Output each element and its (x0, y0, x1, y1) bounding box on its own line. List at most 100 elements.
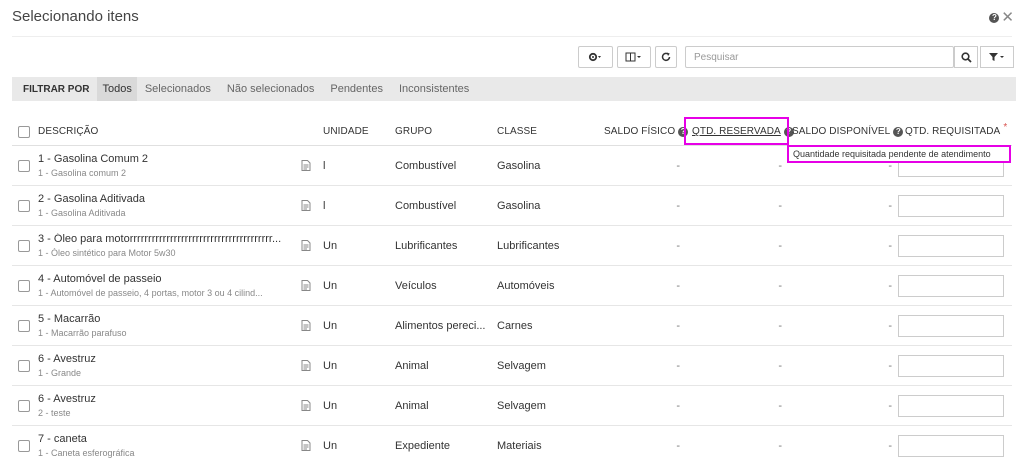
item-saldo-disponivel: - (888, 279, 892, 292)
col-saldo-disponivel[interactable]: SALDO DISPONÍVEL ? (792, 118, 904, 145)
window-controls: ? ✕ (989, 10, 1014, 25)
document-icon[interactable] (301, 440, 311, 451)
qtd-requisitada-input[interactable] (898, 234, 1004, 257)
item-unidade: Un (323, 399, 338, 412)
item-saldo-fisico: - (676, 439, 680, 452)
select-all-cell (18, 118, 30, 145)
filter-tab-pendentes[interactable]: Pendentes (322, 77, 391, 101)
select-all-checkbox[interactable] (18, 125, 30, 138)
item-subtitle: 1 - Automóvel de passeio, 4 portas, moto… (38, 288, 263, 298)
col-descricao[interactable]: DESCRIÇÃO (38, 118, 98, 145)
document-icon[interactable] (301, 240, 311, 251)
close-icon[interactable]: ✕ (1001, 10, 1014, 25)
columns-button[interactable] (617, 46, 651, 68)
col-saldo-fisico-label: SALDO FÍSICO (604, 126, 676, 137)
document-icon[interactable] (301, 320, 311, 331)
col-qtd-requisitada[interactable]: QTD. REQUISITADA * (905, 118, 1007, 145)
item-grupo: Alimentos pereci... (395, 319, 486, 332)
document-icon[interactable] (301, 280, 311, 291)
table-row[interactable]: 3 - Óleo para motorrrrrrrrrrrrrrrrrrrrrr… (12, 226, 1012, 266)
table-row[interactable]: 6 - Avestruz 2 - teste Un Animal Selvagem - - - (12, 386, 1012, 426)
item-saldo-disponivel: - (888, 239, 892, 252)
table-row[interactable]: 6 - Avestruz 1 - Grande Un Animal Selvagem - -… (12, 346, 1012, 386)
qty-cell (898, 186, 1004, 225)
item-grupo: Veículos (395, 279, 437, 292)
help-icon[interactable]: ? (893, 126, 904, 137)
col-grupo[interactable]: GRUPO (395, 118, 432, 145)
qtd-requisitada-input[interactable] (898, 354, 1004, 377)
item-title: 1 - Gasolina Comum 2 (38, 153, 149, 165)
help-icon[interactable]: ? (989, 12, 1000, 23)
row-checkbox[interactable] (18, 319, 30, 332)
item-qtd-reservada: - (778, 359, 782, 372)
columns-icon (625, 52, 641, 62)
item-title: 2 - Gasolina Aditivada (38, 193, 146, 205)
table-row[interactable]: 7 - caneta 1 - Caneta esferográfica Un Expe… (12, 426, 1012, 461)
qtd-requisitada-input[interactable] (898, 194, 1004, 217)
row-checkbox[interactable] (18, 359, 30, 372)
filter-button[interactable] (980, 46, 1014, 68)
item-classe: Gasolina (497, 159, 541, 172)
item-saldo-fisico: - (676, 159, 680, 172)
row-checkbox[interactable] (18, 439, 30, 452)
item-qtd-reservada: - (778, 319, 782, 332)
filter-tab-selecionados[interactable]: Selecionados (137, 77, 219, 101)
col-saldo-fisico[interactable]: SALDO FÍSICO ? (604, 118, 689, 145)
document-icon[interactable] (301, 360, 311, 371)
item-grupo: Animal (395, 359, 429, 372)
row-checkbox[interactable] (18, 199, 30, 212)
col-classe[interactable]: CLASSE (497, 118, 537, 145)
item-classe: Automóveis (497, 279, 555, 292)
item-description: 6 - Avestruz 1 - Grande (38, 346, 296, 385)
search-input[interactable]: Pesquisar (685, 46, 954, 68)
item-subtitle: 1 - Macarrão parafuso (38, 328, 127, 338)
row-select-cell (18, 146, 30, 185)
gear-icon (588, 52, 601, 62)
search-icon (960, 51, 972, 63)
row-select-cell (18, 186, 30, 225)
search-button[interactable] (954, 46, 978, 68)
item-classe: Selvagem (497, 359, 546, 372)
item-qtd-reservada: - (778, 239, 782, 252)
item-description: 6 - Avestruz 2 - teste (38, 386, 296, 425)
table-row[interactable]: 5 - Macarrão 1 - Macarrão parafuso Un Alime… (12, 306, 1012, 346)
item-grupo: Combustível (395, 159, 457, 172)
item-saldo-disponivel: - (888, 319, 892, 332)
filter-tab-todos[interactable]: Todos (97, 77, 137, 101)
table-row[interactable]: 4 - Automóvel de passeio 1 - Automóvel de… (12, 266, 1012, 306)
item-classe: Materiais (497, 439, 542, 452)
filter-tab-nao-selecionados[interactable]: Não selecionados (219, 77, 322, 101)
col-unidade[interactable]: UNIDADE (323, 118, 369, 145)
item-description: 4 - Automóvel de passeio 1 - Automóvel de… (38, 266, 296, 305)
page-title: Selecionando itens (12, 8, 139, 25)
qtd-requisitada-input[interactable] (898, 314, 1004, 337)
document-icon[interactable] (301, 160, 311, 171)
item-title: 3 - Óleo para motorrrrrrrrrrrrrrrrrrrrrr… (38, 233, 282, 245)
item-saldo-fisico: - (676, 279, 680, 292)
refresh-button[interactable] (655, 46, 677, 68)
row-checkbox[interactable] (18, 159, 30, 172)
item-subtitle: 1 - Caneta esferográfica (38, 448, 135, 458)
detail-cell (301, 266, 311, 305)
detail-cell (301, 346, 311, 385)
item-grupo: Lubrificantes (395, 239, 458, 252)
settings-button[interactable] (578, 46, 613, 68)
filter-tab-inconsistentes[interactable]: Inconsistentes (391, 77, 477, 101)
item-classe: Selvagem (497, 399, 546, 412)
document-icon[interactable] (301, 200, 311, 211)
document-icon[interactable] (301, 400, 311, 411)
qtd-requisitada-input[interactable] (898, 394, 1004, 417)
row-checkbox[interactable] (18, 279, 30, 292)
item-subtitle: 2 - teste (38, 408, 71, 418)
row-checkbox[interactable] (18, 239, 30, 252)
qtd-requisitada-input[interactable] (898, 434, 1004, 457)
title-divider (12, 36, 1012, 37)
item-saldo-disponivel: - (888, 399, 892, 412)
item-title: 5 - Macarrão (38, 313, 101, 325)
item-saldo-fisico: - (676, 239, 680, 252)
item-qtd-reservada: - (778, 199, 782, 212)
row-checkbox[interactable] (18, 399, 30, 412)
item-unidade: l (323, 199, 326, 212)
qtd-requisitada-input[interactable] (898, 274, 1004, 297)
table-row[interactable]: 2 - Gasolina Aditivada 1 - Gasolina Aditi… (12, 186, 1012, 226)
